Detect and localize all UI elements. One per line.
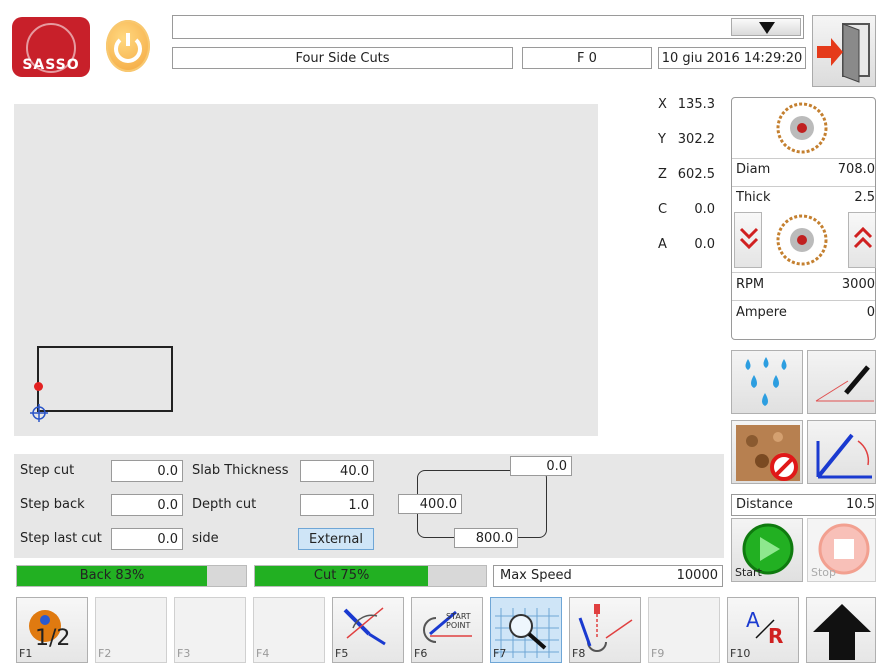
slab-thickness-input[interactable]: 40.0 [300,460,374,482]
step-cut-input[interactable]: 0.0 [111,460,183,482]
axis-readout: X 135.3 Y 302.2 Z 602.5 C 0.0 A 0.0 [655,97,725,257]
exit-door-icon [817,23,870,83]
depth-cut-input[interactable]: 1.0 [300,494,374,516]
stone-button[interactable] [731,420,803,484]
stop-button[interactable]: Stop [807,518,876,582]
workpiece-outline [37,346,173,412]
blade-top-icon [776,102,828,154]
chevron-double-up-icon [853,226,873,249]
back-progress: Back 83% [16,565,247,587]
depth-cut-label: Depth cut [192,497,257,512]
dim-bottom-input[interactable]: 800.0 [454,528,518,548]
blade-mid-icon [776,214,828,266]
distance-field: Distance 10.5 [731,494,876,516]
axis-c: C 0.0 [658,202,715,217]
side-label: side [192,531,219,546]
f7-button[interactable]: F7 [490,597,562,663]
chevron-down-icon [759,22,775,34]
arrow-up-icon [813,604,871,660]
f3-button[interactable]: F3 [174,597,246,663]
laser-pen-icon [815,365,874,402]
f2-button[interactable]: F2 [95,597,167,663]
power-button[interactable] [106,20,150,72]
f5-button[interactable]: F5 [332,597,404,663]
cut-progress: Cut 75% [254,565,487,587]
axis-x: X 135.3 [658,97,715,112]
step-last-input[interactable]: 0.0 [111,528,183,550]
program-name: Four Side Cuts [172,47,513,69]
up-arrow-button[interactable] [806,597,876,663]
water-button[interactable] [731,350,803,414]
drawing-canvas[interactable] [14,104,598,436]
step-last-label: Step last cut [20,531,102,546]
max-speed-field: Max Speed 10000 [493,565,723,587]
program-dropdown[interactable] [172,15,804,39]
angle-button[interactable] [807,420,876,484]
axis-z: Z 602.5 [658,167,715,182]
f1-button[interactable]: 1/2 F1 [16,597,88,663]
thick-row: Thick 2.5 [732,186,875,210]
start-point-marker [34,382,43,391]
side-toggle[interactable]: External [298,528,374,550]
slab-thickness-label: Slab Thickness [192,463,289,478]
ampere-row: Ampere 0 [732,300,875,324]
water-drops-icon [745,357,787,406]
blade-up-button[interactable] [848,212,876,268]
exit-button[interactable] [812,15,876,87]
rpm-row: RPM 3000 [732,272,875,296]
laser-button[interactable] [807,350,876,414]
parameter-panel: Step cut 0.0 Step back 0.0 Step last cut… [14,454,724,558]
sasso-logo: SASSO [12,17,90,77]
blade-down-button[interactable] [734,212,762,268]
chevron-double-down-icon [739,227,759,250]
power-icon [114,33,142,63]
start-button[interactable]: Start [731,518,803,582]
step-cut-label: Step cut [20,463,75,478]
angle-icon [816,433,872,479]
f9-button[interactable]: F9 [648,597,720,663]
dropdown-button[interactable] [731,18,801,36]
origin-icon [30,404,48,422]
blade-panel: Diam 708.0 Thick 2.5 RPM 3000 Ampere 0 [731,97,876,340]
axis-y: Y 302.2 [658,132,715,147]
diam-row: Diam 708.0 [732,158,875,182]
axis-a: A 0.0 [658,237,715,252]
stone-disabled-icon [736,425,800,481]
step-back-input[interactable]: 0.0 [111,494,183,516]
f8-button[interactable]: F8 [569,597,641,663]
f-value: F 0 [522,47,652,69]
f4-button[interactable]: F4 [253,597,325,663]
f10-button[interactable]: A R F10 [727,597,799,663]
f6-button[interactable]: START POINT F6 [411,597,483,663]
datetime: 10 giu 2016 14:29:20 [658,47,806,69]
dim-left-input[interactable]: 400.0 [398,494,462,514]
dim-top-input[interactable]: 0.0 [510,456,572,476]
step-back-label: Step back [20,497,85,512]
brand-name: SASSO [22,57,80,73]
